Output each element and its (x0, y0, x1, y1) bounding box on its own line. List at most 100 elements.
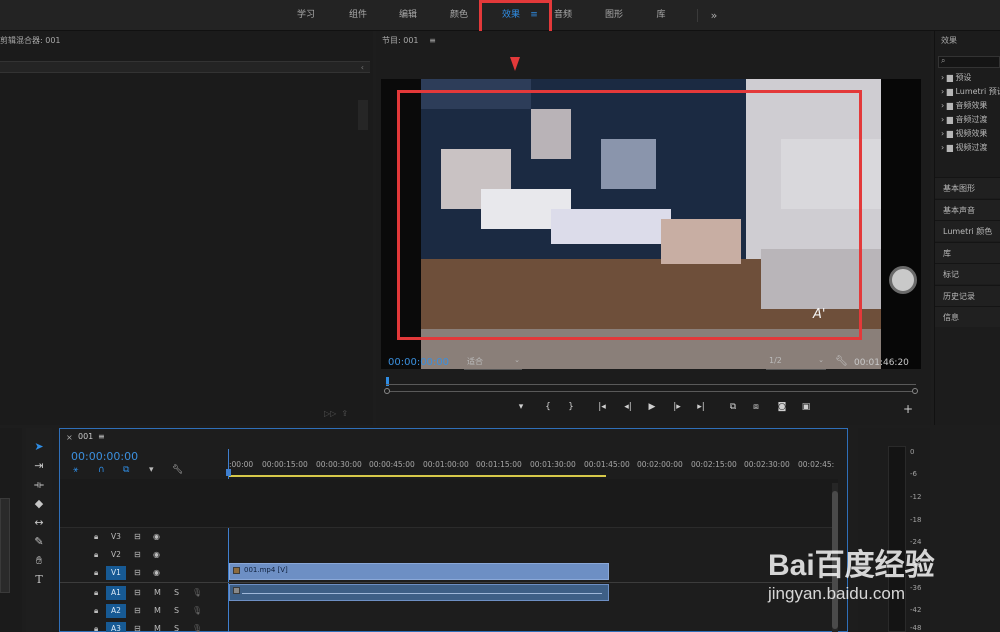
microphone-icon[interactable]: 🎙︎ (192, 604, 202, 618)
track-header-a2: 🔒︎ A2 ⊟ M S 🎙︎ (60, 602, 228, 620)
lock-icon[interactable]: 🔒︎ (94, 548, 98, 562)
track-target-v1[interactable]: V1 (106, 566, 126, 580)
lock-icon[interactable]: 🔒︎ (94, 566, 98, 580)
mute-button[interactable]: M (154, 622, 161, 632)
sync-lock-icon[interactable]: ⊟ (134, 566, 141, 580)
timeline-settings-wrench-icon[interactable]: 🔧︎ (172, 465, 183, 475)
microphone-icon[interactable]: 🎙︎ (192, 622, 202, 632)
pen-tool-icon[interactable]: ✎ (32, 535, 46, 549)
lock-icon[interactable]: 🔒︎ (94, 622, 98, 632)
mark-out-button[interactable]: } (564, 402, 578, 412)
linked-selection-icon[interactable]: ⧉ (123, 465, 129, 475)
program-monitor-header: 节目: 001 ≡ (376, 31, 931, 51)
snap-magnet-icon[interactable]: ∩ (98, 465, 105, 475)
track-target-v3[interactable]: V3 (106, 530, 126, 544)
workspace-more-icon[interactable]: » (706, 0, 722, 31)
zoom-bar[interactable] (390, 391, 912, 392)
solo-button[interactable]: S (174, 604, 179, 618)
sync-lock-icon[interactable]: ⊟ (134, 604, 141, 618)
effects-tree-audio-transitions[interactable]: › ▆ 音频过渡 (941, 114, 1000, 125)
timeline-playhead[interactable] (228, 449, 229, 632)
scroll-left-icon[interactable]: ‹ (361, 63, 364, 72)
panel-markers[interactable]: 标记 (935, 263, 1000, 284)
go-to-out-button[interactable]: ▸| (694, 402, 708, 412)
hand-tool-icon[interactable]: ✋︎ (32, 554, 46, 568)
panel-lumetri-color[interactable]: Lumetri 颜色 (935, 220, 1000, 241)
compare-button[interactable]: ▣ (799, 402, 813, 412)
program-timecode[interactable]: 00:00:00:00 (388, 357, 449, 368)
wrench-icon[interactable]: 🔧︎ (835, 356, 848, 367)
razor-tool-icon[interactable]: ◆ (32, 497, 46, 511)
video-clip[interactable]: 001.mp4 [V] (229, 563, 609, 580)
add-button-icon[interactable]: + (901, 402, 915, 416)
effects-search-input[interactable]: ⌕ (938, 56, 1000, 68)
eye-icon[interactable]: ◉ (153, 530, 160, 544)
eye-icon[interactable]: ◉ (153, 566, 160, 580)
effects-tree-audio-effects[interactable]: › ▆ 音频效果 (941, 100, 1000, 111)
workspace-tab-libraries[interactable]: 库 (646, 0, 676, 31)
sync-lock-icon[interactable]: ⊟ (134, 530, 141, 544)
go-to-in-button[interactable]: |◂ (595, 402, 609, 412)
ripple-edit-tool-icon[interactable]: ⟛ (32, 478, 46, 492)
step-back-button[interactable]: ◂| (621, 402, 635, 412)
workspace-tab-learn[interactable]: 学习 (286, 0, 326, 31)
workspace-tab-assembly[interactable]: 组件 (338, 0, 378, 31)
type-tool-icon[interactable]: T (32, 573, 46, 587)
track-target-a2[interactable]: A2 (106, 604, 126, 618)
add-marker-icon[interactable]: ▾ (149, 465, 154, 475)
sync-lock-icon[interactable]: ⊟ (134, 622, 141, 632)
resolution-dropdown[interactable]: 1/2 ⌄ (766, 356, 826, 370)
mute-button[interactable]: M (154, 586, 161, 600)
program-menu-icon[interactable]: ≡ (429, 36, 436, 45)
effects-tree-presets[interactable]: › ▆ 预设 (941, 72, 1000, 83)
audio-clip[interactable] (229, 584, 609, 601)
effects-tree-lumetri[interactable]: › ▆ Lumetri 预设 (941, 86, 1000, 97)
panel-info[interactable]: 信息 (935, 306, 1000, 327)
slip-tool-icon[interactable]: ↔ (32, 516, 46, 530)
sync-lock-icon[interactable]: ⊟ (134, 586, 141, 600)
sync-lock-icon[interactable]: ⊟ (134, 548, 141, 562)
solo-button[interactable]: S (174, 622, 179, 632)
workspace-tab-graphics[interactable]: 图形 (594, 0, 634, 31)
panel-history[interactable]: 历史记录 (935, 285, 1000, 306)
mixer-scrollbar[interactable]: ‹ (0, 61, 370, 73)
solo-button[interactable]: S (174, 586, 179, 600)
mark-in-button[interactable]: { (541, 402, 555, 412)
timeline-close-icon[interactable]: × (66, 433, 73, 442)
track-target-a3[interactable]: A3 (106, 622, 126, 632)
panel-essential-graphics[interactable]: 基本图形 (935, 177, 1000, 198)
zoom-handle-right[interactable] (912, 388, 918, 394)
microphone-icon[interactable]: 🎙︎ (192, 586, 202, 600)
program-scrub-bar[interactable] (386, 377, 916, 386)
lock-icon[interactable]: 🔒︎ (94, 530, 98, 544)
workspace-tab-editing[interactable]: 编辑 (388, 0, 428, 31)
track-target-v2[interactable]: V2 (106, 548, 126, 562)
fit-dropdown[interactable]: 适合 ⌄ (464, 356, 522, 370)
highlight-box-effects-tab (479, 0, 552, 34)
timeline-ruler[interactable]: :00:00 00:00:15:00 00:00:30:00 00:00:45:… (228, 449, 838, 479)
lock-icon[interactable]: 🔒︎ (94, 586, 98, 600)
lock-icon[interactable]: 🔒︎ (94, 604, 98, 618)
eye-icon[interactable]: ◉ (153, 548, 160, 562)
export-frame-button[interactable]: ◙ (775, 402, 789, 412)
mute-button[interactable]: M (154, 604, 161, 618)
step-forward-button[interactable]: |▸ (670, 402, 684, 412)
timeline-sequence-name[interactable]: 001 (78, 432, 93, 441)
nest-icon[interactable]: ⚹ (73, 465, 78, 475)
effects-tree-video-effects[interactable]: › ▆ 视频效果 (941, 128, 1000, 139)
track-target-a1[interactable]: A1 (106, 586, 126, 600)
timeline-timecode[interactable]: 00:00:00:00 (71, 450, 138, 463)
track-select-tool-icon[interactable]: ⇥ (32, 459, 46, 473)
panel-essential-sound[interactable]: 基本声音 (935, 199, 1000, 220)
overwrite-button[interactable]: ⧈ (749, 402, 763, 412)
panel-libraries[interactable]: 库 (935, 242, 1000, 263)
work-area-bar[interactable] (228, 475, 606, 477)
insert-button[interactable]: ⧉ (726, 402, 740, 412)
timeline-menu-icon[interactable]: ≡ (98, 432, 105, 441)
playhead-handle[interactable] (226, 469, 231, 476)
workspace-tab-color[interactable]: 颜色 (439, 0, 479, 31)
effects-tree-video-transitions[interactable]: › ▆ 视频过渡 (941, 142, 1000, 153)
selection-tool-icon[interactable]: ➤ (32, 440, 46, 454)
add-marker-button[interactable]: ▾ (514, 402, 528, 412)
play-button[interactable]: ▶ (645, 402, 659, 412)
